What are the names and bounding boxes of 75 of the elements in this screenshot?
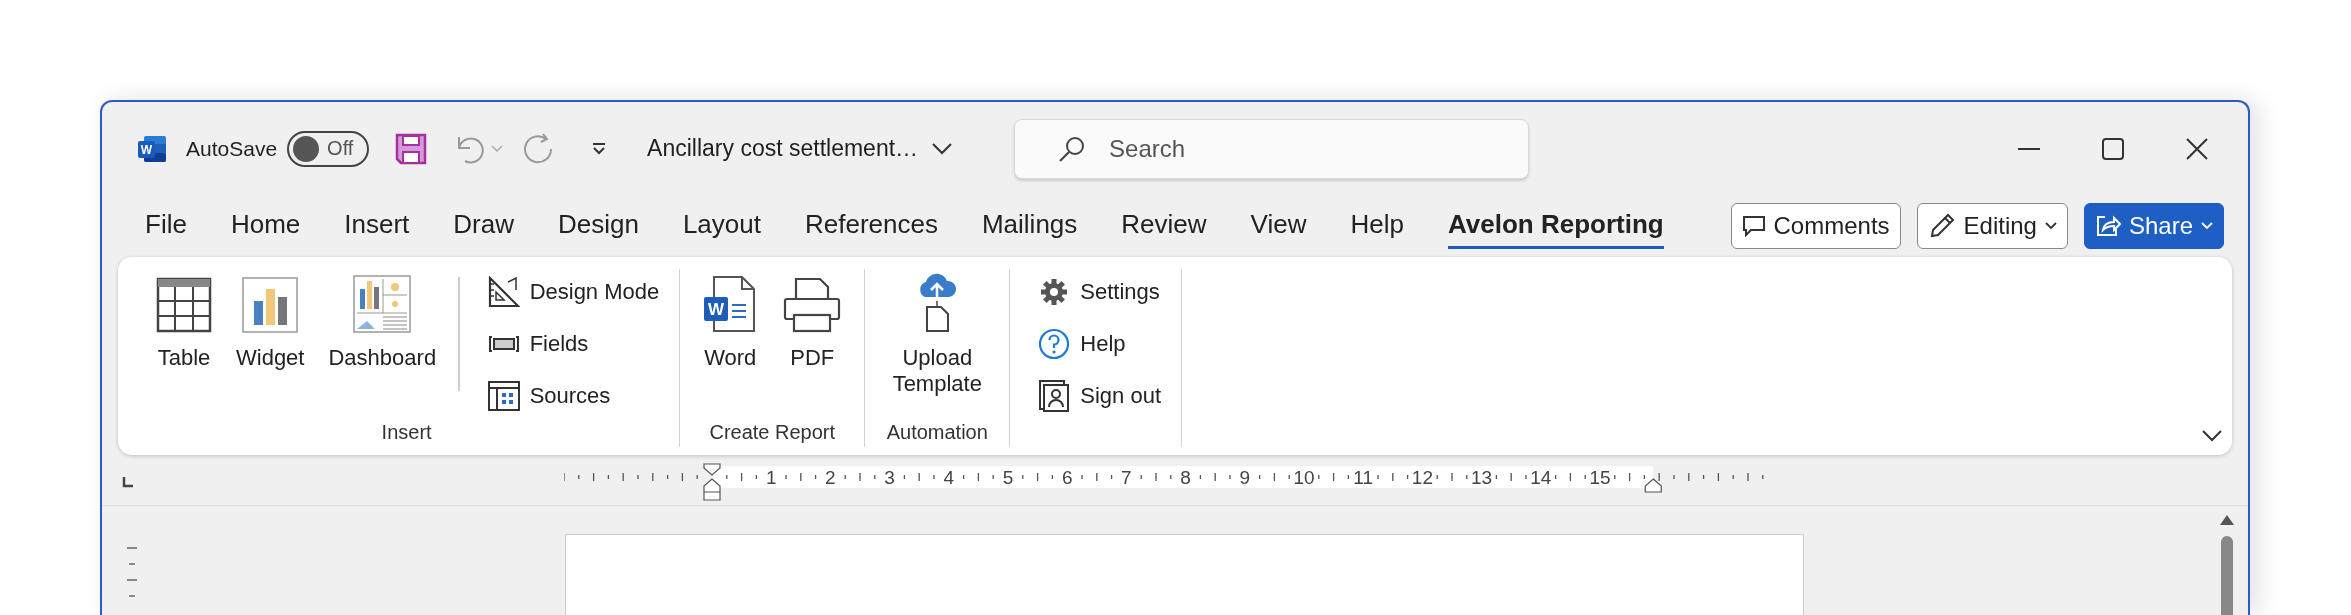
autosave-toggle[interactable]: Off (287, 130, 370, 167)
ribbon-tab[interactable]: File (145, 203, 187, 249)
ruler-number: 5 (1002, 467, 1014, 488)
scrollbar-thumb[interactable] (2221, 536, 2233, 615)
ruler-number: 7 (1121, 467, 1132, 488)
ruler-triangle-icon (487, 276, 520, 308)
ruler-number: 15 (1589, 467, 1611, 488)
ribbon-tab[interactable]: Home (230, 203, 301, 249)
indent-marker[interactable] (703, 463, 721, 501)
settings-icon (1040, 278, 1069, 306)
close-icon[interactable] (2186, 137, 2208, 160)
ribbon-tab[interactable]: References (805, 203, 938, 249)
help-icon (1038, 328, 1071, 360)
ribbon-button[interactable]: PDF (776, 269, 849, 421)
ribbon-tab[interactable]: Insert (344, 203, 410, 249)
group-label: Create Report (709, 421, 836, 443)
ruler-number: 1 (765, 467, 777, 488)
comments-button[interactable]: Comments (1730, 203, 1901, 249)
cloud-upload-icon (917, 273, 958, 333)
ribbon-button[interactable]: Help (1034, 321, 1165, 367)
ruler-number: 10 (1293, 467, 1315, 488)
printer-icon (782, 277, 843, 333)
ribbon-tab[interactable]: Layout (682, 203, 761, 249)
caret-icon (2201, 222, 2213, 230)
save-icon[interactable] (395, 132, 428, 165)
customize-toolbar-icon[interactable] (591, 141, 608, 156)
comment-icon (1741, 215, 1766, 237)
ruler-number: 8 (1180, 467, 1191, 488)
minimize-icon[interactable] (2018, 146, 2040, 151)
ribbon-tab[interactable]: Review (1121, 203, 1207, 249)
maximize-icon[interactable] (2102, 137, 2124, 160)
ribbon-button[interactable]: Dashboard (322, 269, 443, 421)
ribbon-button[interactable]: Settings (1034, 269, 1165, 315)
ribbon-button[interactable]: Fields (483, 321, 664, 367)
caret-icon (2044, 222, 2057, 230)
ribbon-button[interactable]: Sources (483, 373, 664, 419)
document-title[interactable]: Ancillary cost settlement… (647, 135, 953, 162)
ribbon-tab[interactable]: Draw (453, 203, 514, 249)
ribbon-button[interactable]: Widget (230, 269, 311, 421)
share-button[interactable]: Share (2083, 203, 2224, 249)
ribbon-tab[interactable]: Design (557, 203, 639, 249)
tab-stop-icon[interactable] (122, 476, 134, 488)
ribbon-tab[interactable]: Help (1350, 203, 1404, 249)
editing-button[interactable]: Editing (1916, 203, 2068, 249)
field-icon (487, 335, 520, 353)
dashboard-icon (353, 275, 412, 333)
autosave-label: AutoSave (186, 136, 278, 161)
ribbon-button[interactable]: W Word (696, 269, 765, 421)
ruler-number: 2 (825, 467, 836, 488)
ruler-number: 14 (1530, 467, 1552, 488)
data-source-icon (487, 381, 520, 411)
group-label: Insert (381, 421, 432, 443)
ribbon-tab[interactable]: Avelon Reporting (1447, 203, 1664, 249)
ruler-number: 3 (884, 467, 895, 488)
share-icon (2094, 214, 2121, 238)
ruler-number: 4 (943, 467, 955, 488)
bar-chart-icon (242, 277, 299, 333)
chevron-down-icon (932, 142, 953, 155)
ribbon-tab[interactable]: View (1250, 203, 1307, 249)
user-badge-icon (1039, 380, 1070, 412)
ribbon-tab[interactable]: Mailings (981, 203, 1078, 249)
ruler-number: 12 (1411, 467, 1433, 488)
ruler-number: 9 (1239, 467, 1251, 488)
ruler-number: 13 (1471, 467, 1493, 488)
ribbon-button[interactable]: Sign out (1034, 373, 1165, 419)
ribbon-button[interactable]: Design Mode (483, 269, 664, 315)
indent-marker[interactable] (1644, 478, 1662, 493)
group-label: Automation (886, 421, 988, 443)
search-field[interactable]: Search (1014, 118, 1530, 179)
scroll-up-icon[interactable] (2219, 514, 2235, 526)
table-icon (156, 277, 212, 333)
ribbon-button[interactable]: Table (150, 269, 218, 421)
ribbon-button[interactable]: Upload Template (881, 269, 994, 421)
ruler-number: 11 (1353, 467, 1374, 488)
ruler-number: 6 (1061, 467, 1073, 488)
